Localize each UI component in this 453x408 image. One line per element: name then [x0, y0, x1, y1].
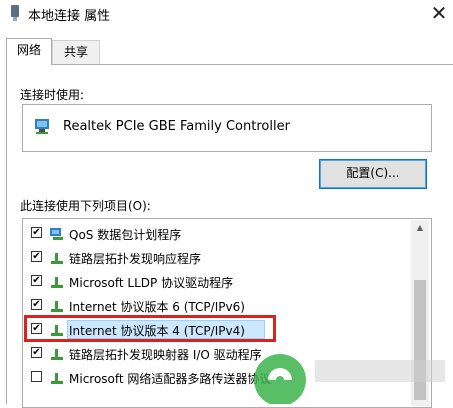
item-label: 链路层拓扑发现响应程序 [69, 252, 202, 266]
item-label: Microsoft 网络适配器多路传送器协议 [69, 372, 272, 386]
list-item[interactable]: ✔ Internet 协议版本 6 (TCP/IPv6) [23, 295, 415, 317]
adapter-field: Realtek PCIe GBE Family Controller [22, 104, 432, 152]
network-protocol-icon [51, 373, 63, 384]
list-item[interactable]: ✔ 链路层拓扑发现响应程序 [23, 247, 415, 269]
item-label: Internet 协议版本 4 (TCP/IPv4) [69, 324, 245, 338]
components-list[interactable]: ✔ QoS 数据包计划程序 ✔ 链路层拓扑发现响应程序 ✔ Microsoft … [22, 218, 432, 408]
list-scrollbar[interactable]: ▲ [411, 220, 429, 406]
list-item[interactable]: ✔ Microsoft LLDP 协议驱动程序 [23, 271, 415, 293]
qos-network-icon [50, 228, 63, 240]
checkbox[interactable]: ✔ [31, 347, 42, 358]
network-protocol-icon [51, 325, 63, 336]
checkbox[interactable]: ✔ [31, 227, 42, 238]
network-protocol-icon [51, 277, 63, 288]
connect-using-label: 连接时使用: [20, 88, 85, 102]
close-button[interactable]: ✕ [425, 0, 453, 28]
network-protocol-icon [51, 301, 63, 312]
scroll-up-icon[interactable]: ▲ [411, 220, 429, 236]
list-item[interactable]: ✔ 链路层拓扑发现映射器 I/O 驱动程序 [23, 343, 415, 365]
window-title: 本地连接 属性 [28, 9, 111, 24]
checkbox[interactable]: ✔ [31, 323, 42, 334]
title-bar: 本地连接 属性 ✕ [0, 0, 453, 28]
network-card-icon [35, 119, 49, 134]
list-item[interactable]: Microsoft 网络适配器多路传送器协议 [23, 367, 415, 389]
item-label: QoS 数据包计划程序 [69, 228, 182, 242]
tab-network[interactable]: 网络 [6, 38, 52, 65]
checkbox[interactable]: ✔ [31, 251, 42, 262]
adapter-name: Realtek PCIe GBE Family Controller [63, 119, 290, 134]
list-item[interactable]: ✔ QoS 数据包计划程序 [23, 223, 415, 245]
checkbox[interactable]: ✔ [31, 299, 42, 310]
checkbox[interactable] [31, 371, 42, 382]
item-label: 链路层拓扑发现映射器 I/O 驱动程序 [69, 348, 262, 362]
scroll-thumb[interactable] [414, 280, 426, 400]
checkbox[interactable]: ✔ [31, 275, 42, 286]
network-protocol-icon [51, 253, 63, 264]
network-adapter-icon [11, 5, 19, 21]
close-icon: ✕ [430, 1, 448, 25]
network-protocol-icon [51, 349, 63, 360]
tab-strip: 网络 共享 [0, 38, 453, 65]
list-item-selected[interactable]: ✔ Internet 协议版本 4 (TCP/IPv4) [23, 319, 415, 341]
configure-button[interactable]: 配置(C)... [319, 159, 427, 189]
item-label: Microsoft LLDP 协议驱动程序 [69, 276, 234, 290]
item-label: Internet 协议版本 6 (TCP/IPv6) [69, 300, 245, 314]
items-label: 此连接使用下列项目(O): [20, 199, 151, 213]
tab-sharing[interactable]: 共享 [52, 40, 100, 64]
